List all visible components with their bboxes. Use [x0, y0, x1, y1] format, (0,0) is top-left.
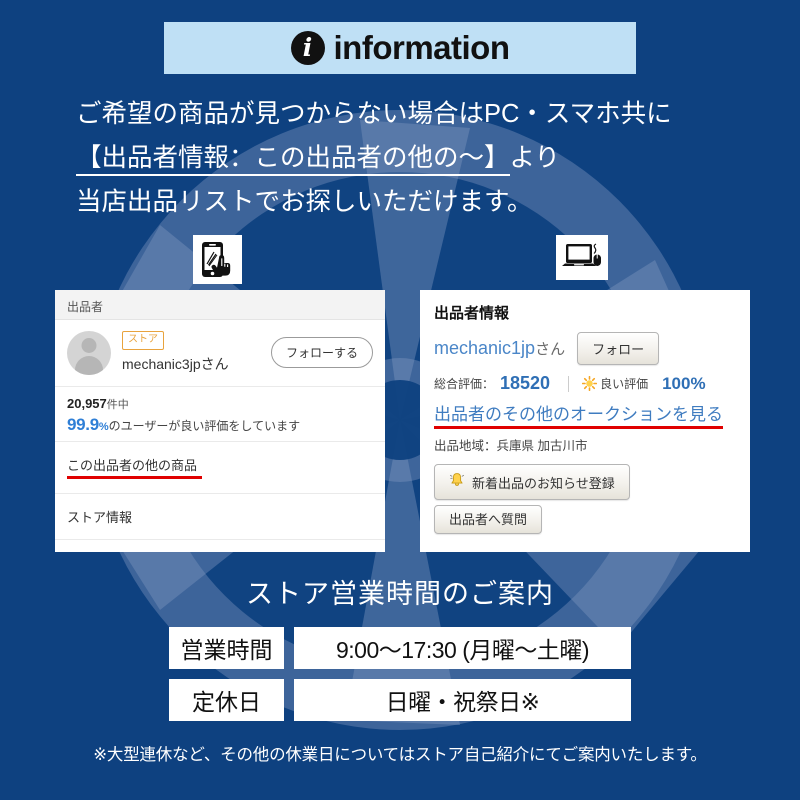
sp-rating-percent: 99.9 [67, 415, 99, 434]
sp-seller-info: ストア mechanic3jpさん [122, 331, 271, 374]
pc-card-title: 出品者情報 [434, 305, 510, 322]
pc-good-rating-value: 100% [662, 373, 706, 393]
hours-section-title: ストア営業時間のご案内 [246, 579, 554, 609]
pc-seller-row: mechanic1jpさん フォロー [434, 332, 736, 365]
pc-area-line: 出品地域：兵庫県 加古川市 [434, 439, 588, 453]
sp-card-header: 出品者 [55, 290, 385, 320]
sp-other-items-row[interactable]: この出品者の他の商品 [55, 442, 385, 494]
sp-store-badge-wrap: ストア [122, 331, 271, 354]
bell-icon [449, 472, 465, 492]
sp-rating-count-unit: 件中 [106, 399, 129, 411]
pc-auction-link[interactable]: 出品者のその他のオークションを見る [434, 400, 723, 429]
pc-notify-button[interactable]: 新着出品のお知らせ登録 [434, 464, 630, 500]
sp-store-info-link[interactable]: ストア情報 [55, 494, 385, 540]
intro-paragraph: ご希望の商品が見つからない場合はPC・スマホ共に 【出品者情報：この出品者の他の… [76, 92, 756, 224]
smartphone-tap-icon [193, 235, 242, 284]
sp-other-items-link[interactable]: この出品者の他の商品 [67, 458, 197, 473]
intro-line-2-tail: より [509, 144, 561, 172]
avatar [67, 330, 111, 375]
pc-seller-name: mechanic1jpさん [434, 338, 565, 359]
sp-follow-button[interactable]: フォローする [270, 337, 373, 368]
sp-rating-percent-tail: のユーザーが良い評価をしています [108, 419, 301, 433]
information-banner: i information [164, 22, 636, 74]
hours-value-open: 9:00〜17:30 (月曜〜土曜) [294, 627, 631, 669]
pc-seller-name-text: mechanic1jp [434, 338, 536, 358]
hours-label-closed: 定休日 [169, 679, 284, 721]
smartphone-seller-card: 出品者 ストア mechanic3jpさん フォローする 20,957件中 99… [55, 290, 385, 552]
pc-good-rating-label: 良い評価 [600, 377, 649, 391]
pc-seller-name-suffix: さん [535, 341, 566, 358]
sp-seller-row: ストア mechanic3jpさん フォローする [55, 320, 385, 387]
table-row: 定休日 日曜・祝祭日※ [169, 679, 631, 721]
sp-seller-name: mechanic3jpさん [122, 356, 229, 372]
pc-notify-button-label: 新着出品のお知らせ登録 [472, 475, 615, 491]
pc-notify-button-row: 新着出品のお知らせ登録 [434, 464, 736, 500]
sp-rating-count: 20,957 [67, 396, 107, 411]
intro-line-1: ご希望の商品が見つからない場合はPC・スマホ共に [76, 100, 672, 128]
pc-total-rating-label: 総合評価： [434, 377, 495, 391]
intro-line-2: 【出品者情報：この出品者の他の〜】より [76, 136, 756, 180]
pc-red-underline-highlight [434, 426, 723, 429]
pc-follow-button[interactable]: フォロー [577, 332, 660, 365]
store-badge: ストア [122, 331, 164, 350]
pc-question-button-row: 出品者へ質問 [434, 505, 736, 534]
intro-line-3: 当店出品リストでお探しいただけます。 [76, 188, 533, 216]
pc-seller-card: 出品者情報 mechanic1jpさん フォロー 総合評価： 18520 良い評… [420, 290, 750, 552]
sp-rating-count-row: 20,957件中 [67, 396, 373, 412]
pc-rating-row: 総合評価： 18520 良い評価 100% [434, 373, 736, 394]
banner-title: information [333, 29, 510, 66]
sp-red-underline-highlight [67, 476, 202, 479]
hours-value-closed: 日曜・祝祭日※ [294, 679, 631, 721]
footnote-text: ※大型連休など、その他の休業日についてはストア自己紹介にてご案内いたします。 [93, 746, 707, 764]
pc-auction-link-wrap: 出品者のその他のオークションを見る [434, 400, 736, 435]
table-row: 営業時間 9:00〜17:30 (月曜〜土曜) [169, 627, 631, 669]
intro-line-2-underlined: 【出品者情報：この出品者の他の〜】 [76, 144, 510, 176]
sp-rating-percent-sign: % [98, 421, 109, 433]
pc-rating-divider [568, 375, 570, 392]
hours-label-open: 営業時間 [169, 627, 284, 669]
pc-question-button[interactable]: 出品者へ質問 [434, 505, 543, 534]
sp-rating-block: 20,957件中 99.9%のユーザーが良い評価をしています [55, 387, 385, 442]
pc-total-rating-value: 18520 [500, 373, 551, 393]
pc-auction-link-text[interactable]: 出品者のその他のオークションを見る [434, 405, 723, 424]
sun-icon [582, 376, 598, 391]
laptop-mouse-icon [556, 235, 608, 280]
information-circle-icon: i [290, 31, 325, 65]
business-hours-table: 営業時間 9:00〜17:30 (月曜〜土曜) 定休日 日曜・祝祭日※ [169, 627, 631, 731]
sp-rating-percent-row: 99.9%のユーザーが良い評価をしています [67, 415, 373, 435]
